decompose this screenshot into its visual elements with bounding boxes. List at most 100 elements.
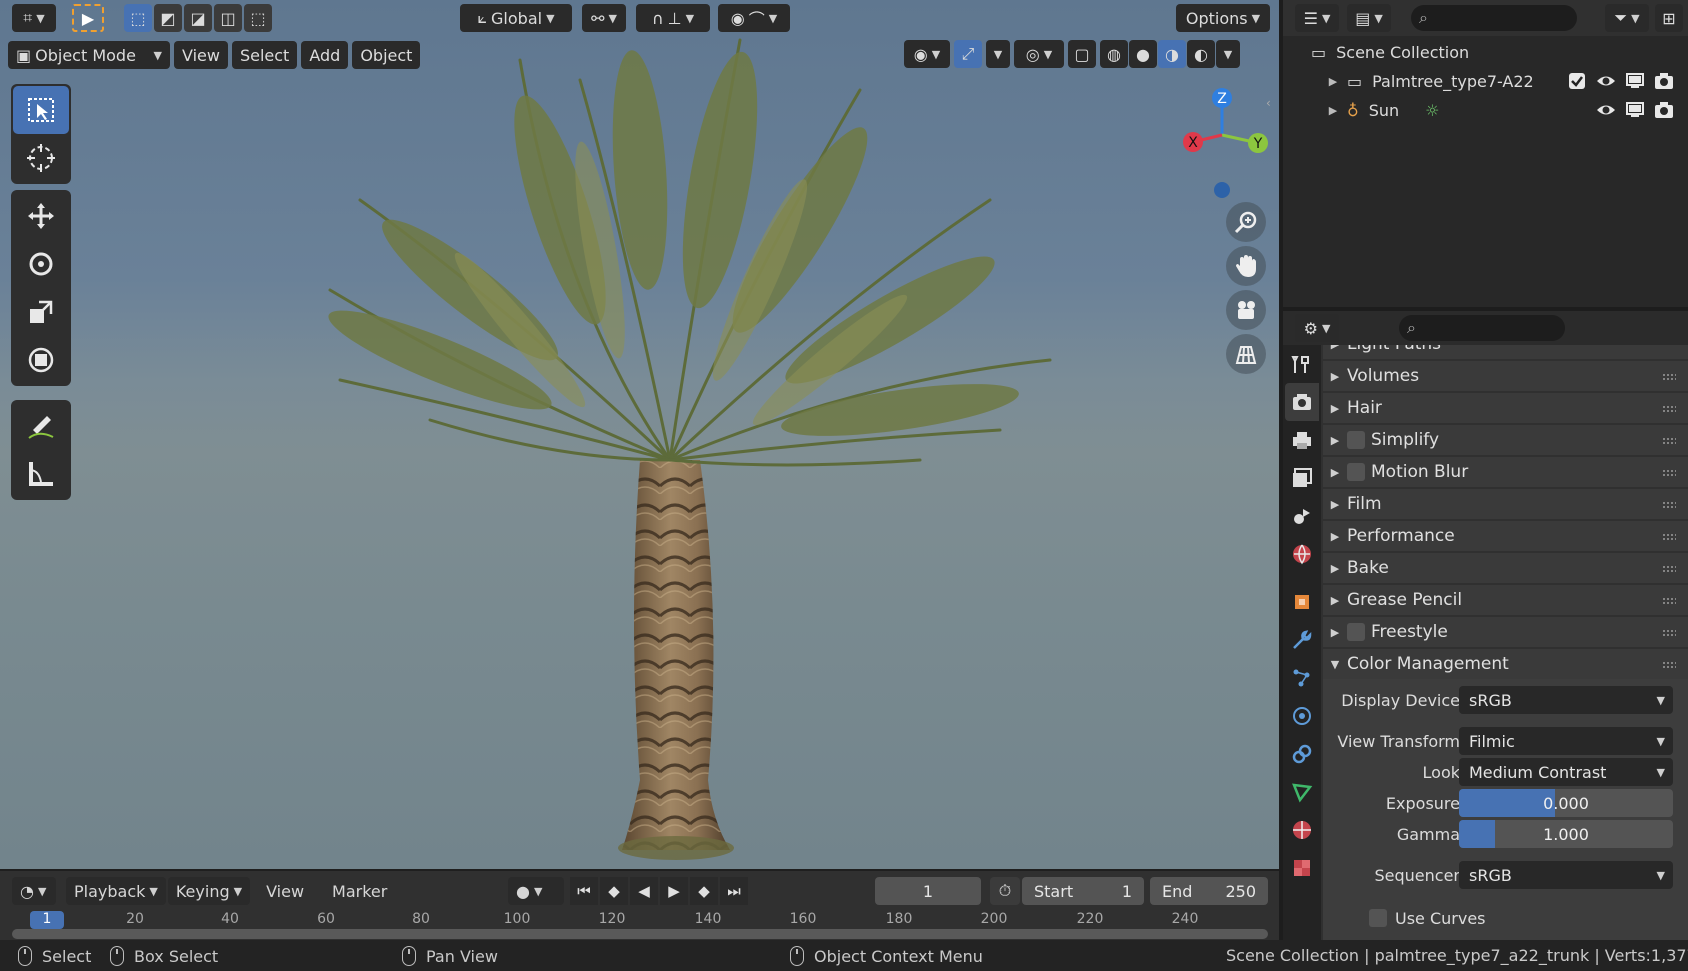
jump-start-icon[interactable]: ⏮ (570, 877, 598, 905)
panel-bake[interactable]: ▶ Bake (1323, 553, 1688, 583)
panel-color-management[interactable]: ▼ Color Management (1323, 649, 1688, 679)
mode-extend-selection-icon[interactable]: ◩ (154, 4, 182, 32)
panel-light-paths-partial[interactable]: ▶ Light Paths (1323, 345, 1688, 359)
tab-object[interactable] (1285, 583, 1319, 621)
snap-dropdown[interactable]: ∩ ⊥ ▼ (636, 4, 710, 32)
menu-timeline-view[interactable]: View (258, 877, 312, 905)
outliner-editor-type[interactable]: ☰ ▼ (1295, 4, 1339, 32)
mode-subtract-selection-icon[interactable]: ◪ (184, 4, 212, 32)
drag-grip-icon[interactable] (1662, 373, 1676, 381)
outliner-search-input[interactable]: ⌕ (1411, 5, 1577, 31)
tab-modifiers[interactable] (1285, 621, 1319, 659)
exposure-slider[interactable]: 0.000 (1459, 789, 1673, 817)
drag-grip-icon[interactable] (1662, 661, 1676, 669)
eye-icon[interactable] (1596, 71, 1616, 91)
drag-grip-icon[interactable] (1662, 565, 1676, 573)
monitor-icon[interactable] (1625, 100, 1645, 120)
measure-tool[interactable] (13, 450, 69, 498)
annotate-tool[interactable] (13, 402, 69, 450)
select-tool-icon[interactable]: ▶ (72, 4, 104, 32)
mode-invert-selection-icon[interactable]: ◫ (214, 4, 242, 32)
panel-motion-blur[interactable]: ▶ Motion Blur (1323, 457, 1688, 487)
mode-intersect-selection-icon[interactable]: ⬚ (244, 4, 272, 32)
checkbox-checked-icon[interactable] (1567, 71, 1587, 91)
options-dropdown[interactable]: Options ▼ (1176, 4, 1270, 32)
start-frame-field[interactable]: Start 1 (1022, 877, 1144, 905)
panel-volumes[interactable]: ▶ Volumes (1323, 361, 1688, 391)
camera-render-icon[interactable] (1654, 100, 1674, 120)
menu-playback[interactable]: Playback ▼ (66, 877, 166, 905)
play-reverse-icon[interactable]: ◀ (630, 877, 658, 905)
mode-new-selection-icon[interactable]: ⬚ (124, 4, 152, 32)
playhead-frame-marker[interactable]: 1 (30, 911, 64, 929)
editor-type-button[interactable]: ⌗ ▼ (12, 4, 56, 32)
object-mode-dropdown[interactable]: ▣ Object Mode ▼ (8, 41, 170, 69)
drag-grip-icon[interactable] (1662, 469, 1676, 477)
display-device-dropdown[interactable]: sRGB ▼ (1459, 686, 1673, 714)
view-transform-dropdown[interactable]: Filmic ▼ (1459, 727, 1673, 755)
pan-button[interactable] (1226, 246, 1266, 286)
menu-keying[interactable]: Keying ▼ (167, 877, 251, 905)
tab-view-layer[interactable] (1285, 459, 1319, 497)
rotate-tool[interactable] (13, 240, 69, 288)
gizmo-dropdown[interactable]: ▼ (986, 40, 1010, 68)
camera-render-icon[interactable] (1654, 71, 1674, 91)
drag-grip-icon[interactable] (1662, 501, 1676, 509)
tab-material[interactable] (1285, 811, 1319, 849)
menu-add[interactable]: Add (301, 41, 349, 69)
3d-viewport[interactable]: ⌗ ▼ ▶ ⬚ ◩ ◪ ◫ ⬚ ⟀ Global ▼ ⚯ ▼ ∩ ⊥ ▼ ◉ ⌒ ▼ Opt… (0, 0, 1279, 869)
look-dropdown[interactable]: Medium Contrast ▼ (1459, 758, 1673, 786)
transform-orientation-dropdown[interactable]: ⟀ Global ▼ (460, 4, 572, 32)
use-curves-checkbox[interactable] (1369, 909, 1387, 927)
gizmo-toggle[interactable]: ⤢ (954, 40, 982, 68)
simplify-checkbox[interactable] (1347, 431, 1365, 449)
motion-blur-checkbox[interactable] (1347, 463, 1365, 481)
expand-arrow-icon[interactable]: ▶ (1323, 104, 1343, 117)
camera-view-button[interactable] (1226, 290, 1266, 330)
xray-toggle[interactable]: ▢ (1068, 40, 1096, 68)
eye-icon[interactable] (1596, 100, 1616, 120)
panel-freestyle[interactable]: ▶ Freestyle (1323, 617, 1688, 647)
sidebar-toggle-arrow[interactable]: ‹ (1266, 96, 1271, 110)
select-box-tool[interactable] (13, 86, 69, 134)
auto-keying-toggle[interactable]: ● ▼ (508, 877, 564, 905)
tab-world[interactable] (1285, 535, 1319, 573)
tab-particles[interactable] (1285, 659, 1319, 697)
navigation-gizmo[interactable]: Z Y X (1160, 80, 1279, 210)
drag-grip-icon[interactable] (1662, 533, 1676, 541)
material-preview-shading-icon[interactable]: ◑ (1158, 40, 1186, 68)
menu-marker[interactable]: Marker (324, 877, 395, 905)
next-keyframe-icon[interactable]: ◆ (690, 877, 718, 905)
gizmo-negative-z-ball[interactable] (1214, 182, 1230, 198)
transform-tool[interactable] (13, 336, 69, 384)
solid-shading-icon[interactable]: ● (1129, 40, 1157, 68)
end-frame-field[interactable]: End 250 (1150, 877, 1268, 905)
drag-grip-icon[interactable] (1662, 437, 1676, 445)
panel-film[interactable]: ▶ Film (1323, 489, 1688, 519)
drag-grip-icon[interactable] (1662, 629, 1676, 637)
timeline-scrollbar[interactable] (12, 929, 1268, 939)
proportional-editing-dropdown[interactable]: ◉ ⌒ ▼ (718, 4, 790, 32)
monitor-icon[interactable] (1625, 71, 1645, 91)
new-collection-button[interactable]: ⊞ (1655, 4, 1683, 32)
menu-select[interactable]: Select (231, 41, 298, 69)
properties-editor-type[interactable]: ⚙ ▼ (1295, 314, 1339, 342)
jump-end-icon[interactable]: ⏭ (720, 877, 748, 905)
tab-render[interactable] (1285, 383, 1319, 421)
tab-tool[interactable] (1285, 345, 1319, 383)
sequencer-dropdown[interactable]: sRGB ▼ (1459, 861, 1673, 889)
pivot-point-dropdown[interactable]: ⚯ ▼ (582, 4, 626, 32)
preview-range-toggle[interactable]: ⏱ (990, 877, 1020, 905)
menu-object[interactable]: Object (352, 41, 421, 69)
properties-search-input[interactable]: ⌕ (1399, 315, 1565, 341)
menu-view[interactable]: View (174, 41, 228, 69)
move-tool[interactable] (13, 192, 69, 240)
outliner-scene-collection-row[interactable]: ▭ Scene Collection (1283, 38, 1688, 66)
panel-hair[interactable]: ▶ Hair (1323, 393, 1688, 423)
tab-scene[interactable] (1285, 497, 1319, 535)
tab-output[interactable] (1285, 421, 1319, 459)
zoom-button[interactable] (1226, 202, 1266, 242)
tab-texture[interactable] (1285, 849, 1319, 887)
play-icon[interactable]: ▶ (660, 877, 688, 905)
visibility-dropdown[interactable]: ◉ ▼ (904, 40, 950, 68)
